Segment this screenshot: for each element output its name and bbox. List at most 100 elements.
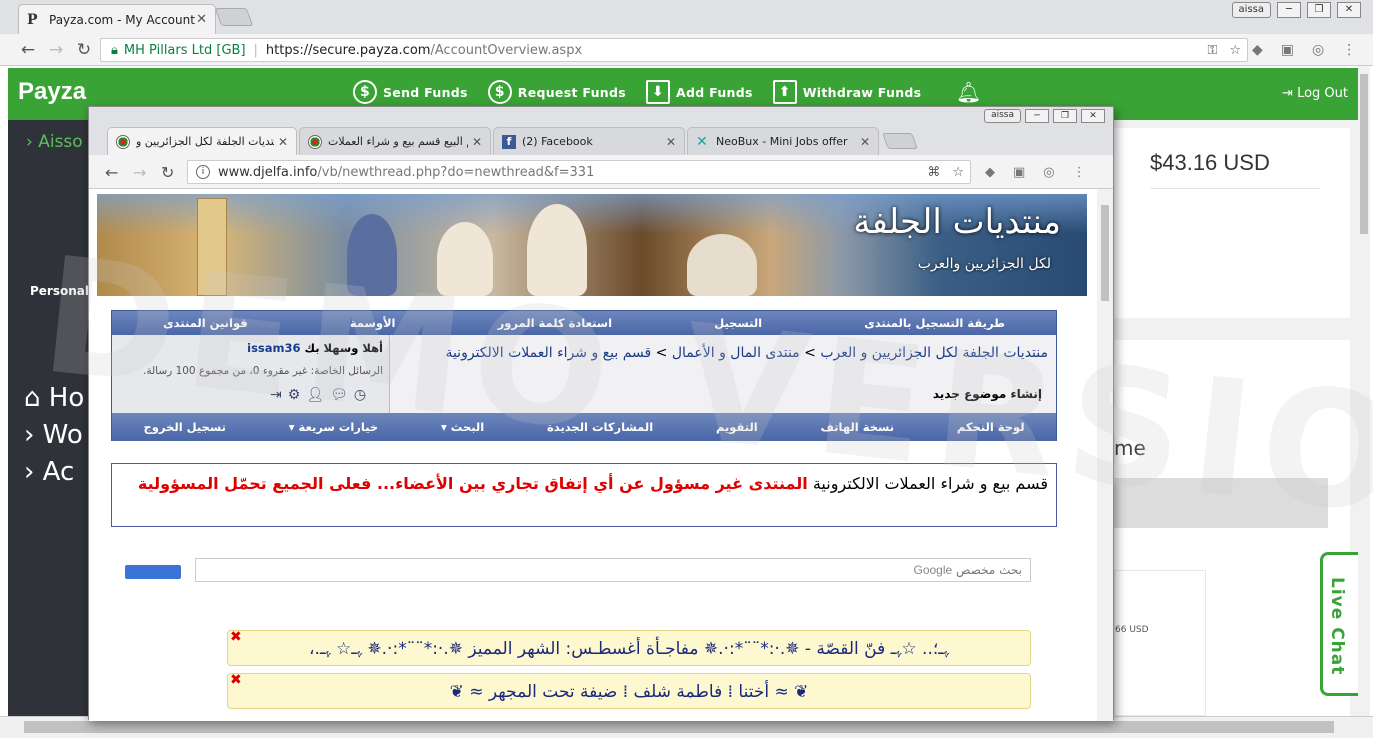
tab-facebook[interactable]: f (2) Facebook ✕: [493, 127, 685, 155]
logout-link[interactable]: ⇥ Log Out: [1282, 86, 1348, 101]
scroll-thumb[interactable]: [1360, 74, 1368, 234]
ticker-text: ﮩـ؛.. ☆ﮩـ فنّ القصّة - ✵.·:*¨¨*:·.✵ مفاج…: [308, 639, 950, 659]
minimize-button[interactable]: ─: [1025, 109, 1049, 123]
close-tab-icon[interactable]: ✕: [278, 135, 288, 149]
link-recover-password[interactable]: استعادة كلمة المرور: [498, 316, 612, 330]
announcement-ticker[interactable]: ✖ ﮩـ؛.. ☆ﮩـ فنّ القصّة - ✵.·:*¨¨*:·.✵ مف…: [227, 629, 1031, 666]
link-control-panel[interactable]: لوحة التحكم: [957, 420, 1025, 434]
close-tab-icon[interactable]: ✕: [666, 135, 676, 149]
send-funds-link[interactable]: $ Send Funds: [353, 80, 468, 104]
inner-browser-window: aissa ─ ❐ ✕ منتديات الجلفة لكل الجزائريي…: [88, 106, 1114, 721]
tab-djelfa-sold[interactable]: تم البيع قسم بيع و شراء العملات ✕: [299, 127, 491, 155]
scroll-thumb[interactable]: [24, 721, 1334, 733]
outer-tab-bar: P Payza.com - My Account ✕ aissa ─ ❐ ✕: [0, 0, 1373, 34]
breadcrumb-finance[interactable]: منتدى المال و الأعمال: [672, 345, 800, 361]
inner-url-field[interactable]: i www.djelfa.info/vb/newthread.php?do=ne…: [187, 160, 971, 184]
profile-badge[interactable]: aissa: [984, 109, 1021, 123]
add-user-icon[interactable]: 👤︎: [306, 387, 324, 403]
forward-icon[interactable]: →: [42, 40, 70, 60]
extension-icon[interactable]: ◎: [1043, 165, 1054, 180]
upload-icon: ⬆: [772, 80, 797, 104]
extension-icon[interactable]: ◆: [985, 165, 995, 180]
star-icon[interactable]: ☆: [1229, 43, 1241, 58]
close-tab-icon[interactable]: ✕: [196, 12, 207, 27]
forward-icon[interactable]: →: [133, 163, 146, 182]
link-mobile[interactable]: نسخة الهاتف: [821, 420, 894, 434]
menu-label: Withdraw Funds: [802, 84, 922, 100]
chat-icon[interactable]: 💬︎: [330, 387, 348, 403]
sidebar-username[interactable]: › Aisso: [26, 132, 83, 152]
menu-icon[interactable]: ⋮: [1073, 165, 1086, 180]
scroll-thumb[interactable]: [1101, 205, 1109, 301]
add-funds-link[interactable]: ⬇ Add Funds: [645, 80, 753, 104]
tab-neobux[interactable]: ✕ NeoBux - Mini Jobs offer ✕: [687, 127, 879, 155]
link-search[interactable]: البحث ▾: [441, 420, 484, 434]
back-icon[interactable]: ←: [14, 40, 42, 60]
sidebar-item-2[interactable]: › Wo: [24, 417, 84, 454]
close-tab-icon[interactable]: ✕: [860, 135, 870, 149]
extension-icon[interactable]: ▣: [1281, 42, 1294, 58]
new-thread-label: إنشاء موضوع جديد: [932, 387, 1042, 401]
announcement-ticker[interactable]: ✖ ❦ ≈ أختنا ⁞ فاطمة شلف ⁞ ضيفة تحت المجه…: [227, 672, 1031, 709]
outer-scrollbar[interactable]: [1358, 66, 1370, 716]
inner-address-bar: ← → ↻ i www.djelfa.info/vb/newthread.php…: [89, 155, 1113, 189]
pm-link[interactable]: الرسائل الخاصة: [314, 365, 383, 377]
outer-url-field[interactable]: 🔒︎ MH Pillars Ltd [GB] | https://secure.…: [100, 38, 1248, 62]
withdraw-funds-link[interactable]: ⬆ Withdraw Funds: [772, 80, 922, 104]
close-icon[interactable]: ✖: [230, 662, 242, 698]
close-tab-icon[interactable]: ✕: [472, 135, 482, 149]
link-registration-guide[interactable]: طريقة التسجيل بالمنتدى: [864, 316, 1005, 330]
chart-fragment: 66 USD: [1114, 570, 1206, 716]
reload-icon[interactable]: ↻: [161, 163, 174, 182]
link-awards[interactable]: الأوسمة: [350, 316, 396, 330]
link-quick-options[interactable]: خيارات سريعة ▾: [289, 420, 378, 434]
link-calendar[interactable]: التقويم: [716, 420, 758, 434]
star-icon[interactable]: ☆: [952, 165, 964, 180]
reload-icon[interactable]: ↻: [70, 40, 98, 60]
link-logout[interactable]: تسجيل الخروج: [144, 420, 226, 434]
link-forum-rules[interactable]: قوانين المنتدى: [163, 316, 248, 330]
extension-icon[interactable]: ▣: [1013, 165, 1025, 180]
breadcrumb-ecurrency[interactable]: قسم بيع و شراء العملات الالكترونية: [445, 345, 651, 361]
profile-badge[interactable]: aissa: [1231, 2, 1271, 18]
extension-icon[interactable]: ◎: [1312, 42, 1324, 58]
restore-button[interactable]: ❐: [1053, 109, 1077, 123]
payza-logo[interactable]: Payza: [18, 78, 86, 106]
google-search-input[interactable]: بحث مخصص Google: [195, 558, 1031, 582]
sidebar-item-3[interactable]: › Ac: [24, 454, 84, 491]
minimize-button[interactable]: ─: [1277, 2, 1301, 18]
back-icon[interactable]: ←: [105, 163, 118, 182]
close-window-button[interactable]: ✕: [1081, 109, 1105, 123]
settings-icon[interactable]: ⚙: [288, 387, 301, 403]
request-funds-link[interactable]: $ Request Funds: [487, 80, 626, 104]
menu-label: Request Funds: [517, 84, 626, 100]
lock-icon: 🔒︎: [111, 42, 118, 58]
close-window-button[interactable]: ✕: [1337, 2, 1361, 18]
bell-icon[interactable]: 🔔︎: [956, 80, 981, 104]
clock-icon[interactable]: ◷: [354, 387, 366, 403]
search-button[interactable]: [125, 565, 181, 579]
greeting-text: أهلا وسهلا بك: [304, 341, 383, 355]
inner-scrollbar[interactable]: [1097, 189, 1113, 721]
menu-icon[interactable]: ⋮: [1342, 42, 1356, 58]
key-icon[interactable]: ⚿: [1207, 43, 1217, 58]
restore-button[interactable]: ❐: [1307, 2, 1331, 18]
username-link[interactable]: issam36: [247, 341, 300, 355]
tab-djelfa-forum[interactable]: منتديات الجلفة لكل الجزائريين و ✕: [107, 127, 297, 155]
tab-payza[interactable]: P Payza.com - My Account ✕: [18, 4, 216, 34]
info-icon[interactable]: i: [196, 165, 210, 179]
new-tab-button[interactable]: [214, 8, 254, 26]
new-tab-button[interactable]: [882, 133, 918, 149]
link-register[interactable]: التسجيل: [714, 316, 762, 330]
logout-icon[interactable]: ⇥: [270, 387, 282, 403]
banner-figure: [437, 222, 493, 296]
link-new-posts[interactable]: المشاركات الجديدة: [547, 420, 653, 434]
forum-logo[interactable]: منتديات الجلفة: [853, 202, 1061, 242]
translate-icon[interactable]: ⌘: [927, 165, 940, 180]
breadcrumb-forum-home[interactable]: منتديات الجلفة لكل الجزائريين و العرب: [820, 345, 1048, 361]
url-host: www.djelfa.info: [218, 164, 318, 180]
sidebar-item-home[interactable]: ⌂ Ho: [24, 380, 84, 417]
extension-icon[interactable]: ◆: [1252, 42, 1263, 58]
close-icon[interactable]: ✖: [230, 619, 242, 655]
live-chat-button[interactable]: Live Chat: [1320, 552, 1360, 696]
